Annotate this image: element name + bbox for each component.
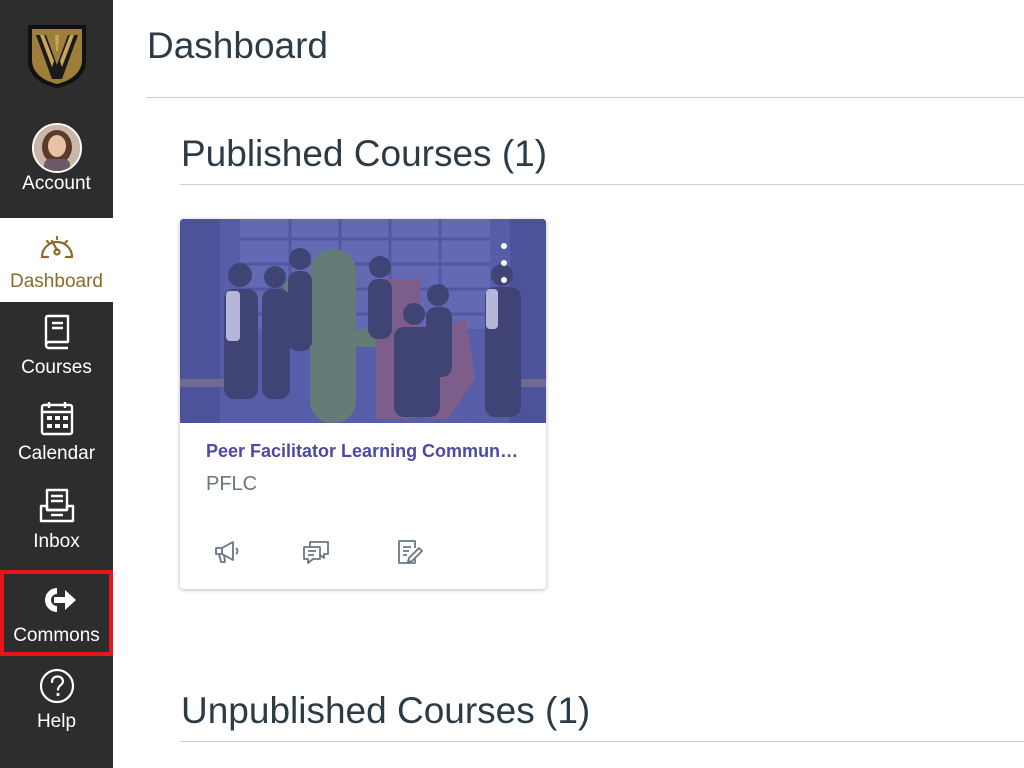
sidebar-item-label: Dashboard [10,271,103,292]
university-shield-logo-icon [27,25,86,88]
main-content: Dashboard Published Courses (1) Peer Fac… [113,0,1024,768]
sidebar-item-label: Calendar [17,443,96,464]
sidebar-item-label: Courses [21,357,92,378]
course-card[interactable]: Peer Facilitator Learning Communi… PFLC [180,219,546,589]
course-card-code: PFLC [206,473,258,495]
sidebar-item-label: Commons [13,625,100,646]
discussions-chat-icon[interactable] [301,537,331,567]
course-card-menu-button[interactable] [496,243,512,283]
avatar [31,123,83,173]
page-title: Dashboard [147,25,329,66]
university-logo[interactable] [0,0,113,112]
question-circle-icon [31,665,83,707]
dashboard-gauge-icon [31,225,83,267]
course-card-title-link[interactable]: Peer Facilitator Learning Communi… [206,441,522,462]
published-courses-heading: Published Courses (1) [181,133,548,174]
assignments-edit-icon[interactable] [394,537,424,567]
divider [180,184,1024,185]
inbox-tray-icon [31,485,83,527]
book-icon [31,311,83,353]
sidebar-item-courses[interactable]: Courses [0,302,113,388]
divider [146,97,1024,98]
sidebar-item-label: Account [22,173,91,194]
calendar-icon [31,397,83,439]
sidebar-item-calendar[interactable]: Calendar [0,388,113,474]
sidebar-item-label: Help [36,711,77,732]
sidebar-item-account[interactable]: Account [0,118,113,204]
sidebar-item-help[interactable]: Help [0,656,113,742]
divider [180,741,1024,742]
unpublished-courses-heading: Unpublished Courses (1) [181,690,591,731]
sidebar-item-dashboard[interactable]: Dashboard [0,218,113,302]
announcements-megaphone-icon[interactable] [212,537,242,567]
global-navigation: Account Dashboard Courses Calendar Inbox… [0,0,113,768]
share-arrow-icon [31,579,83,621]
sidebar-item-commons[interactable]: Commons [0,570,113,656]
sidebar-item-inbox[interactable]: Inbox [0,476,113,562]
course-card-image[interactable] [180,219,546,423]
sidebar-item-label: Inbox [33,531,80,552]
